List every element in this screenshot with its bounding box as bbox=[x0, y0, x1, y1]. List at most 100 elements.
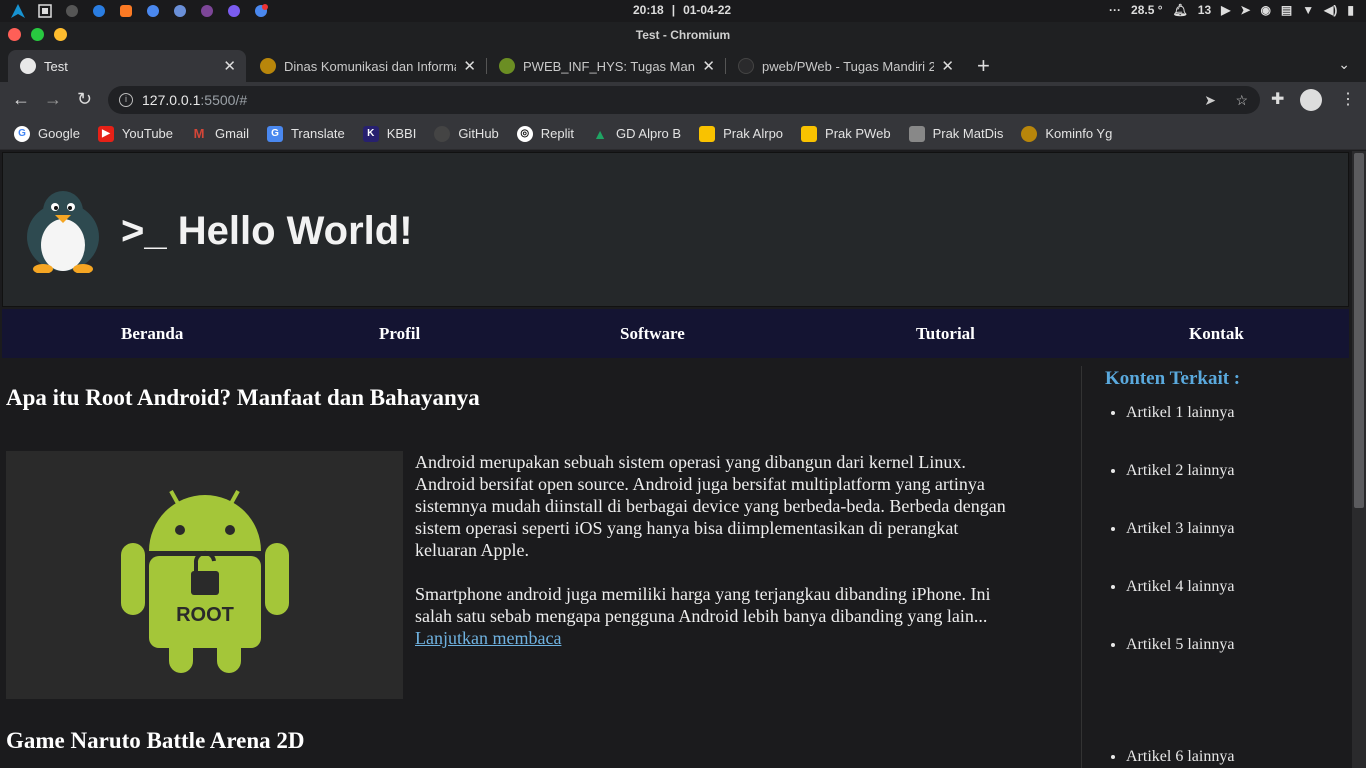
system-clock[interactable]: 20:18 | 01-04-22 bbox=[633, 3, 731, 17]
whatsapp-icon[interactable]: ◉ bbox=[1260, 3, 1270, 17]
printer-icon[interactable]: ▤ bbox=[1281, 3, 1292, 17]
telegram-icon[interactable]: ➤ bbox=[1240, 3, 1250, 17]
bookmark-translate[interactable]: G Translate bbox=[266, 125, 345, 142]
reload-icon[interactable]: ↻ bbox=[77, 89, 92, 110]
kominfo-icon bbox=[1021, 125, 1038, 142]
tab-strip: Test ✕ Dinas Komunikasi dan Informa ✕ PW… bbox=[0, 48, 1366, 82]
page-scrollbar[interactable] bbox=[1352, 151, 1366, 768]
related-item[interactable]: Artikel 3 lainnya bbox=[1126, 520, 1234, 578]
classroom-icon bbox=[699, 125, 716, 142]
bookmark-replit[interactable]: ◎ Replit bbox=[516, 125, 575, 142]
bookmark-label: Prak Alrpo bbox=[723, 126, 784, 141]
close-tab-icon[interactable]: ✕ bbox=[702, 57, 715, 75]
maximize-window-button[interactable] bbox=[31, 28, 44, 41]
xampp-app-icon[interactable] bbox=[118, 3, 134, 19]
terminal-app-icon[interactable] bbox=[64, 3, 80, 19]
bookmark-label: Gmail bbox=[215, 126, 249, 141]
github-favicon-icon bbox=[738, 58, 754, 74]
address-bar[interactable]: i 127.0.0.1:5500/# ➤ ☆ bbox=[108, 86, 1260, 114]
google-drive-icon: ▲ bbox=[593, 125, 607, 142]
forward-arrow-icon[interactable]: → bbox=[44, 89, 62, 110]
close-tab-icon[interactable]: ✕ bbox=[941, 57, 954, 75]
tab-search-chevron-icon[interactable]: ⌄ bbox=[1338, 56, 1350, 73]
send-to-device-icon[interactable]: ➤ bbox=[1204, 86, 1216, 114]
bookmark-label: KBBI bbox=[386, 126, 417, 141]
nav-kontak[interactable]: Kontak bbox=[1189, 324, 1244, 344]
related-list: Artikel 1 lainnya Artikel 2 lainnya Arti… bbox=[1126, 404, 1234, 768]
nav-beranda[interactable]: Beranda bbox=[121, 324, 183, 344]
profile-avatar-icon[interactable] bbox=[1300, 89, 1322, 111]
tab-kominfo[interactable]: Dinas Komunikasi dan Informa ✕ bbox=[248, 50, 487, 82]
battery-icon[interactable]: ▮ bbox=[1347, 3, 1354, 17]
bookmark-label: Replit bbox=[540, 126, 575, 141]
temperature-readout: 28.5 ° bbox=[1131, 3, 1163, 17]
article-paragraph-1: Android merupakan sebuah sistem operasi … bbox=[415, 452, 1006, 560]
tab-github-pweb[interactable]: pweb/PWeb - Tugas Mandiri 2 ✕ bbox=[726, 50, 964, 82]
system-top-bar: 20:18 | 01-04-22 ··· 28.5 ° 🔔︎ 13 ▶ ➤ ◉ … bbox=[0, 0, 1366, 22]
bookmark-youtube[interactable]: ▶ YouTube bbox=[97, 125, 174, 142]
bookmark-label: YouTube bbox=[121, 126, 174, 141]
new-tab-icon[interactable]: + bbox=[977, 53, 990, 79]
volume-icon[interactable]: ◀) bbox=[1324, 3, 1337, 17]
web-page: >_ Hello World! Beranda Profil Software … bbox=[0, 151, 1352, 768]
minimize-window-button[interactable] bbox=[54, 28, 67, 41]
site-info-icon[interactable]: i bbox=[119, 93, 133, 107]
main-nav: Beranda Profil Software Tutorial Kontak bbox=[2, 309, 1349, 358]
settings-app-icon[interactable] bbox=[172, 3, 188, 19]
tab-title: pweb/PWeb - Tugas Mandiri 2 bbox=[762, 58, 934, 74]
bookmark-gd-alpro[interactable]: ▲ GD Alpro B bbox=[592, 126, 681, 142]
bookmark-gmail[interactable]: M Gmail bbox=[191, 126, 249, 142]
browser-menu-icon[interactable]: ⋮ bbox=[1340, 89, 1356, 109]
tux-penguin-logo-icon bbox=[27, 191, 99, 273]
nav-tutorial[interactable]: Tutorial bbox=[916, 324, 975, 344]
tab-pweb-tugas[interactable]: PWEB_INF_HYS: Tugas Mandiri ✕ bbox=[487, 50, 726, 82]
tor-app-icon[interactable] bbox=[199, 3, 215, 19]
bookmark-label: GD Alpro B bbox=[616, 126, 682, 141]
article-image: ROOT bbox=[6, 451, 403, 699]
close-tab-icon[interactable]: ✕ bbox=[223, 57, 236, 75]
read-more-link[interactable]: Lanjutkan membaca bbox=[415, 628, 561, 648]
related-item[interactable]: Artikel 4 lainnya bbox=[1126, 578, 1234, 636]
bookmark-star-icon[interactable]: ☆ bbox=[1235, 86, 1248, 114]
bookmark-prak-pweb[interactable]: Prak PWeb bbox=[801, 125, 891, 142]
extensions-puzzle-icon[interactable]: ✚ bbox=[1271, 89, 1284, 109]
nav-profil[interactable]: Profil bbox=[379, 324, 420, 344]
files-app-icon[interactable] bbox=[91, 3, 107, 19]
bell-icon[interactable]: 🔔︎ bbox=[1173, 3, 1188, 17]
bookmark-prak-alrpo[interactable]: Prak Alrpo bbox=[699, 125, 784, 142]
youtube-icon: ▶ bbox=[97, 125, 114, 142]
chromium-app-icon[interactable] bbox=[145, 3, 161, 19]
arch-logo-icon[interactable] bbox=[10, 3, 26, 19]
address-path: :5500/# bbox=[200, 92, 248, 108]
messenger-app-icon[interactable] bbox=[226, 3, 242, 19]
classroom-icon bbox=[908, 125, 925, 142]
bookmarks-bar: G Google ▶ YouTube M Gmail G Translate K KBBI… bbox=[0, 118, 1366, 150]
bookmark-label: Google bbox=[38, 126, 80, 141]
kominfo-favicon-icon bbox=[260, 58, 276, 74]
wifi-icon[interactable]: ▼ bbox=[1302, 3, 1314, 17]
bookmark-kbbi[interactable]: K KBBI bbox=[362, 125, 417, 142]
related-item[interactable]: Artikel 1 lainnya bbox=[1126, 404, 1234, 462]
scrollbar-thumb[interactable] bbox=[1354, 153, 1364, 508]
tab-test[interactable]: Test ✕ bbox=[8, 50, 246, 82]
tray-more-icon[interactable]: ··· bbox=[1109, 3, 1121, 17]
bookmark-prak-matdis[interactable]: Prak MatDis bbox=[908, 125, 1004, 142]
camera-icon[interactable]: ▶ bbox=[1221, 3, 1230, 17]
related-item[interactable]: Artikel 5 lainnya bbox=[1126, 636, 1234, 694]
browser-toolbar: ← → ↻ i 127.0.0.1:5500/# ➤ ☆ ✚ ⋮ bbox=[0, 82, 1366, 118]
notes-app-icon[interactable] bbox=[253, 3, 269, 19]
bookmark-kominfo[interactable]: Kominfo Yg bbox=[1021, 125, 1112, 142]
close-window-button[interactable] bbox=[8, 28, 21, 41]
back-arrow-icon[interactable]: ← bbox=[12, 89, 30, 110]
nav-software[interactable]: Software bbox=[620, 324, 685, 344]
close-tab-icon[interactable]: ✕ bbox=[463, 57, 476, 75]
bookmark-google[interactable]: G Google bbox=[14, 125, 80, 142]
window-title: Test - Chromium bbox=[635, 28, 731, 42]
clock-date: 01-04-22 bbox=[683, 3, 732, 17]
related-item[interactable]: Artikel 6 lainnya bbox=[1126, 748, 1234, 768]
bookmark-label: Prak MatDis bbox=[932, 126, 1004, 141]
window-switcher-icon[interactable] bbox=[37, 3, 53, 19]
article-paragraph-2: Smartphone android juga memiliki harga y… bbox=[415, 583, 1015, 649]
bookmark-github[interactable]: GitHub bbox=[434, 125, 499, 142]
related-item[interactable]: Artikel 2 lainnya bbox=[1126, 462, 1234, 520]
